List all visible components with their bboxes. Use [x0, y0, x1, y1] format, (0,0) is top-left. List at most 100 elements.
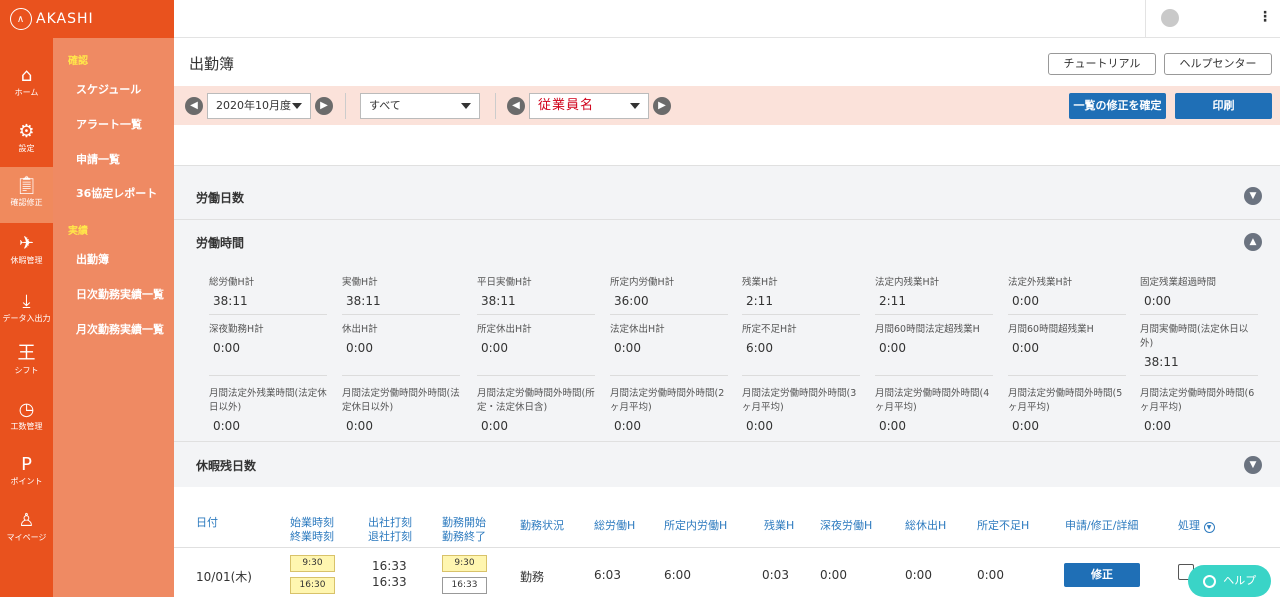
stat-label: 月間法定外残業時間(法定休日以外) [209, 388, 327, 413]
nav-home[interactable]: ⌂ ホーム [0, 57, 53, 113]
stat-cell: 深夜勤務H計 0:00 [209, 323, 327, 376]
section-work-days[interactable]: 労働日数 [196, 189, 244, 206]
col-status: 勤務状況 [520, 519, 564, 532]
col-clock-in: 出社打刻 [368, 516, 412, 529]
nav-man-hours[interactable]: ◷ 工数管理 [0, 391, 53, 447]
stat-value: 2:11 [746, 294, 773, 308]
plane-icon: ✈ [18, 233, 35, 254]
divider [610, 375, 728, 376]
chevron-down-icon[interactable]: ▼ [1203, 522, 1215, 533]
nav-shift[interactable]: 王 シフト [0, 335, 53, 391]
stat-label: 所定不足H計 [742, 324, 797, 335]
home-icon: ⌂ [20, 65, 33, 86]
brand-logo[interactable]: ∧ AKASHI [0, 0, 174, 38]
nav-data-io[interactable]: ⤓ データ入出力 [0, 283, 53, 339]
stat-cell: 月間実働時間(法定休日以外) 38:11 [1140, 323, 1258, 376]
employee-select[interactable]: 従業員名 [529, 93, 649, 119]
divider [174, 441, 1280, 442]
mountain-logo-icon: ∧ [10, 8, 32, 30]
nav-points[interactable]: P ポイント [0, 446, 53, 502]
col-start: 始業時刻 [290, 516, 334, 529]
stat-cell: 月間60時間法定超残業H 0:00 [875, 323, 993, 376]
nav-leave[interactable]: ✈ 休暇管理 [0, 225, 53, 281]
row-overtime: 0:03 [762, 568, 789, 582]
stat-label: 法定外残業H計 [1008, 277, 1073, 288]
subnav-daily-results[interactable]: 日次勤務実績一覧 [76, 286, 164, 302]
nav-check-edit[interactable]: 📋︎ 確認修正 [0, 167, 53, 223]
scope-select[interactable]: すべて [360, 93, 480, 119]
stat-label: 実働H計 [342, 277, 378, 288]
stat-cell: 月間法定労働時間外時間(4ヶ月平均) 0:00 [875, 387, 993, 433]
col-process-label: 処理 [1178, 519, 1200, 532]
print-button[interactable]: 印刷 [1175, 93, 1272, 119]
col-clock: 出社打刻 退社打刻 [368, 516, 412, 544]
subnav-36-report[interactable]: 36協定レポート [76, 185, 157, 201]
top-bar [174, 0, 1280, 38]
stat-value: 0:00 [481, 419, 508, 433]
col-work: 勤務開始 勤務終了 [442, 516, 486, 544]
confirm-edits-button[interactable]: 一覧の修正を確定 [1069, 93, 1166, 119]
chevron-down-icon[interactable]: ▼ [1244, 187, 1262, 205]
stat-value: 0:00 [1012, 341, 1039, 355]
stat-label: 月間法定労働時間外時間(5ヶ月平均) [1008, 388, 1123, 413]
stat-cell: 月間法定労働時間外時間(5ヶ月平均) 0:00 [1008, 387, 1126, 433]
period-select[interactable]: 2020年10月度 [207, 93, 311, 119]
stat-label: 所定内労働H計 [610, 277, 675, 288]
subnav-requests[interactable]: 申請一覧 [76, 151, 120, 167]
stat-value: 0:00 [746, 419, 773, 433]
nav-mypage[interactable]: ♙ マイページ [0, 502, 53, 558]
subnav-alerts[interactable]: アラート一覧 [76, 116, 142, 132]
stat-cell: 実働H計 38:11 [342, 276, 460, 315]
row-scheduled: 6:00 [664, 568, 691, 582]
scope-value: すべて [369, 99, 401, 112]
subnav-group-results: 実績 [68, 226, 88, 237]
stat-label: 月間60時間超残業H [1008, 324, 1094, 335]
section-work-hours[interactable]: 労働時間 [196, 234, 244, 251]
end-time-field[interactable]: 16:30 [290, 577, 335, 594]
section-leave-balance[interactable]: 休暇残日数 [196, 457, 256, 474]
edit-button[interactable]: 修正 [1064, 563, 1140, 587]
stat-value: 0:00 [614, 341, 641, 355]
prev-period-icon[interactable]: ◀ [185, 97, 203, 115]
divider [345, 93, 346, 119]
subnav-monthly-results[interactable]: 月次勤務実績一覧 [76, 321, 164, 337]
divider [1008, 314, 1126, 315]
chat-icon [1202, 574, 1216, 588]
divider [742, 375, 860, 376]
stat-label: 所定休出H計 [477, 324, 532, 335]
stat-label: 残業H計 [742, 277, 778, 288]
stat-value: 0:00 [1012, 294, 1039, 308]
subnav-schedule[interactable]: スケジュール [76, 81, 141, 97]
next-period-icon[interactable]: ▶ [315, 97, 333, 115]
divider [610, 314, 728, 315]
stat-cell: 月間法定労働時間外時間(所定・法定休日含) 0:00 [477, 387, 595, 433]
help-center-button[interactable]: ヘルプセンター [1164, 53, 1272, 75]
avatar[interactable] [1161, 9, 1179, 27]
stat-value: 36:00 [614, 294, 649, 308]
start-time-field[interactable]: 9:30 [290, 555, 335, 572]
work-start-field[interactable]: 9:30 [442, 555, 487, 572]
clock-out: 16:33 [372, 575, 407, 589]
stat-cell: 休出H計 0:00 [342, 323, 460, 376]
stat-label: 休出H計 [342, 324, 378, 335]
next-employee-icon[interactable]: ▶ [653, 97, 671, 115]
prev-employee-icon[interactable]: ◀ [507, 97, 525, 115]
work-end-field[interactable]: 16:33 [442, 577, 487, 594]
chevron-down-icon [461, 103, 471, 109]
help-chat-button[interactable]: ヘルプ [1188, 565, 1271, 597]
row-night: 0:00 [820, 568, 847, 582]
stat-value: 0:00 [1012, 419, 1039, 433]
stat-value: 38:11 [213, 294, 248, 308]
col-overtime: 残業H [764, 519, 795, 532]
subnav-attendance[interactable]: 出勤簿 [76, 251, 109, 267]
col-shortage: 所定不足H [977, 519, 1030, 532]
chevron-down-icon[interactable]: ▼ [1244, 456, 1262, 474]
chevron-up-icon[interactable]: ▲ [1244, 233, 1262, 251]
stat-value: 0:00 [346, 341, 373, 355]
tutorial-button[interactable]: チュートリアル [1048, 53, 1156, 75]
more-menu-icon[interactable]: ⋮ [1258, 9, 1272, 25]
nav-settings[interactable]: ⚙ 設定 [0, 113, 53, 169]
divider [477, 375, 595, 376]
stat-cell: 月間法定労働時間外時間(3ヶ月平均) 0:00 [742, 387, 860, 433]
col-work-end: 勤務終了 [442, 530, 486, 543]
